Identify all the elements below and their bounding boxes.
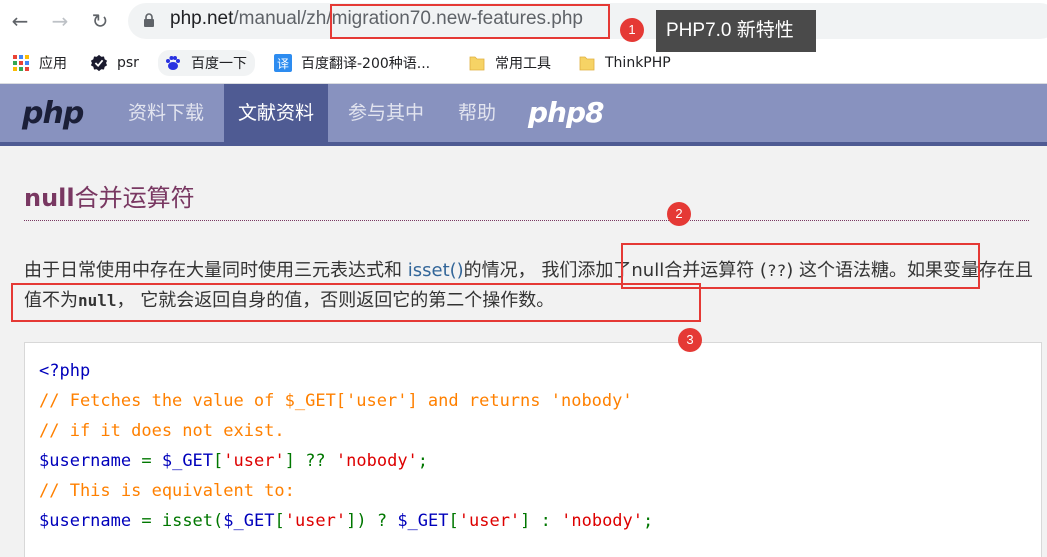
code-token: 'user' [458,511,521,531]
bookmark-baidu[interactable]: 百度一下 [158,50,255,76]
nav-get-involved[interactable]: 参与其中 [334,84,438,142]
code-token: $_GET [397,511,449,531]
code-token: = [131,511,162,531]
url-domain: php.net [170,8,234,29]
php-logo[interactable]: php [22,96,84,131]
bookmark-folder-thinkphp[interactable]: ThinkPHP [578,52,671,74]
code-line: $username = isset($_GET['user']) ? $_GET… [39,511,653,531]
title-keyword: null [24,184,75,212]
code-token: [ [274,511,285,531]
php8-logo[interactable]: php8 [528,96,605,129]
nav-help[interactable]: 帮助 [444,84,510,142]
bookmark-folder-tools[interactable]: 常用工具 [468,52,551,74]
forward-arrow-icon[interactable]: → [48,9,72,33]
code-comment: // This is equivalent to: [39,481,295,501]
code-token: ; [417,451,429,471]
back-arrow-icon[interactable]: ← [8,9,32,33]
bookmarks-bar: 应用 psr 百度一下 译 百度翻译-200种语... 常用工具 ThinkPH… [0,42,1047,84]
annotation-box-url [330,4,610,39]
code-token: 'user' [284,511,347,531]
bookmark-label: ThinkPHP [605,55,671,71]
baidu-paw-icon [166,56,180,70]
para-text: 由于日常使用中存在大量同时使用三元表达式和 [24,260,408,281]
translate-icon: 译 [274,54,292,72]
code-token: ] [284,451,306,471]
apps-grid-icon [13,55,29,71]
code-token: $_GET [223,511,275,531]
bookmark-label: 常用工具 [495,56,551,72]
code-line: <?php [39,361,91,381]
code-example: <?php // Fetches the value of $_GET['use… [24,342,1042,557]
code-token: ; [643,511,654,531]
bookmark-label: 百度翻译-200种语... [301,56,431,72]
code-comment: // Fetches the value of $_GET['user'] an… [39,391,633,411]
code-token: isset( [161,511,224,531]
verified-check-icon [90,54,108,72]
page-title: null合并运算符 [24,178,195,213]
bookmark-label: 百度一下 [191,56,247,72]
code-token: [ [448,511,459,531]
reload-icon[interactable]: ↻ [88,9,112,33]
lock-icon [144,13,154,27]
nav-downloads[interactable]: 资料下载 [114,84,218,142]
svg-text:译: 译 [277,57,289,71]
code-token: = [131,451,162,471]
bookmark-baidu-translate[interactable]: 译 百度翻译-200种语... [274,52,430,74]
code-token: ]) ? [346,511,398,531]
title-divider [24,220,1029,221]
folder-icon [579,56,595,71]
php-site-nav: php 资料下载 文献资料 参与其中 帮助 php8 [0,84,1047,146]
code-token: ?? [305,451,336,471]
folder-icon [469,56,485,71]
nav-documentation[interactable]: 文献资料 [224,84,329,142]
bookmark-apps[interactable]: 应用 [12,52,67,74]
annotation-badge-3: 3 [678,328,702,352]
isset-link[interactable]: isset() [408,260,464,281]
code-token: $username [39,511,132,531]
annotation-badge-2: 2 [667,202,691,226]
code-token: $username [39,451,132,471]
code-token: $_GET [161,451,214,471]
code-token: 'user' [223,451,285,471]
title-rest: 合并运算符 [74,184,195,212]
bookmark-label: psr [117,55,139,71]
bookmark-label: 应用 [39,56,67,72]
annotation-box-return-value [11,283,701,322]
code-line: $username = $_GET['user'] ?? 'nobody'; [39,451,428,471]
annotation-tooltip: PHP7.0 新特性 [656,10,816,52]
code-token: 'nobody' [561,511,644,531]
annotation-badge-1: 1 [620,18,644,42]
code-comment: // if it does not exist. [39,421,285,441]
bookmark-psr[interactable]: psr [90,52,139,74]
code-token: ] : [520,511,562,531]
code-token: 'nobody' [335,451,418,471]
code-token: [ [213,451,224,471]
